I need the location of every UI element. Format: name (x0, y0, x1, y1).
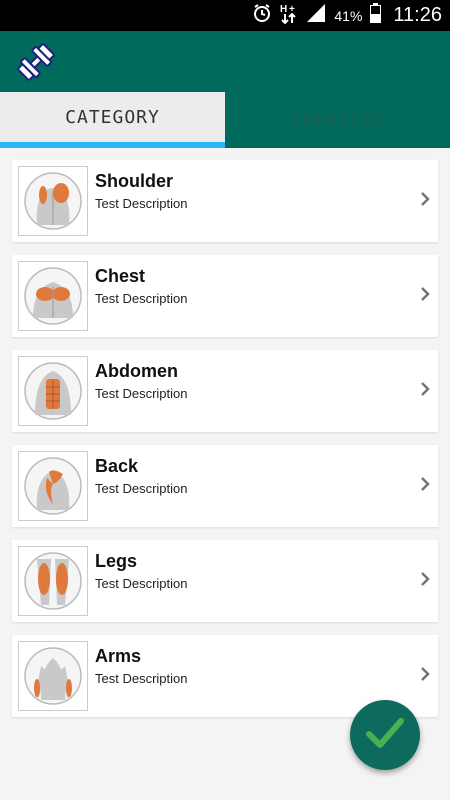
category-item-back[interactable]: Back Test Description (12, 445, 438, 527)
arms-muscle-icon (18, 641, 88, 711)
checkmark-icon (365, 716, 405, 755)
signal-icon (306, 3, 326, 28)
chevron-right-icon (418, 190, 432, 208)
category-title: Abdomen (95, 361, 178, 381)
data-transfer-icon: H + (280, 2, 298, 29)
category-title: Back (95, 456, 139, 476)
status-icons: H + 41% 11:26 (252, 0, 442, 31)
category-title: Legs (95, 551, 138, 571)
chevron-right-icon (418, 665, 432, 683)
legs-muscle-icon (18, 546, 88, 616)
category-item-abdomen[interactable]: Abdomen Test Description (12, 350, 438, 432)
app-bar (0, 31, 450, 92)
chevron-right-icon (418, 475, 432, 493)
category-title: Chest (95, 266, 146, 286)
category-item-shoulder[interactable]: Shoulder Test Description (12, 160, 438, 242)
abdomen-muscle-icon (18, 356, 88, 426)
category-description: Test Description (95, 576, 188, 591)
tab-bar: CATEGORY EXERCISE (0, 92, 450, 148)
category-item-legs[interactable]: Legs Test Description (12, 540, 438, 622)
dumbbell-icon (16, 42, 56, 82)
category-description: Test Description (95, 291, 188, 306)
chevron-right-icon (418, 285, 432, 303)
category-title: Arms (95, 646, 142, 666)
status-bar: H + 41% 11:26 (0, 0, 450, 31)
chevron-right-icon (418, 380, 432, 398)
confirm-fab-button[interactable] (350, 700, 420, 770)
chest-muscle-icon (18, 261, 88, 331)
tab-category-label: CATEGORY (65, 106, 160, 128)
tab-category[interactable]: CATEGORY (0, 92, 225, 148)
tab-exercise[interactable]: EXERCISE (225, 92, 450, 148)
category-title: Shoulder (95, 171, 174, 191)
category-description: Test Description (95, 386, 188, 401)
back-muscle-icon (18, 451, 88, 521)
shoulder-muscle-icon (18, 166, 88, 236)
chevron-right-icon (418, 570, 432, 588)
clock: 11:26 (393, 4, 442, 26)
category-description: Test Description (95, 671, 188, 686)
alarm-icon (252, 3, 272, 28)
category-item-chest[interactable]: Chest Test Description (12, 255, 438, 337)
category-description: Test Description (95, 196, 188, 211)
battery-icon (370, 3, 382, 28)
svg-text:H: H (280, 4, 287, 15)
battery-percent: 41% (334, 7, 363, 24)
category-description: Test Description (95, 481, 188, 496)
tab-exercise-label: EXERCISE (290, 109, 385, 131)
